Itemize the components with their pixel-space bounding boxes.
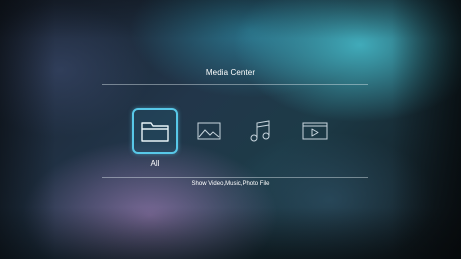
top-divider bbox=[102, 84, 368, 85]
category-all-label: All bbox=[150, 159, 160, 168]
category-video-button[interactable] bbox=[292, 108, 338, 154]
category-music-button[interactable] bbox=[237, 108, 283, 154]
category-photo-button[interactable] bbox=[186, 108, 232, 154]
video-play-icon bbox=[302, 122, 328, 140]
image-icon bbox=[197, 122, 221, 140]
media-center-screen: Media Center All Show Video,Music,Photo … bbox=[0, 0, 461, 259]
hint-text: Show Video,Music,Photo File bbox=[191, 181, 270, 187]
bottom-divider bbox=[102, 177, 368, 178]
music-note-icon bbox=[250, 120, 270, 142]
category-all-button[interactable] bbox=[132, 108, 178, 154]
page-title: Media Center bbox=[205, 68, 256, 77]
folder-icon bbox=[141, 122, 169, 142]
